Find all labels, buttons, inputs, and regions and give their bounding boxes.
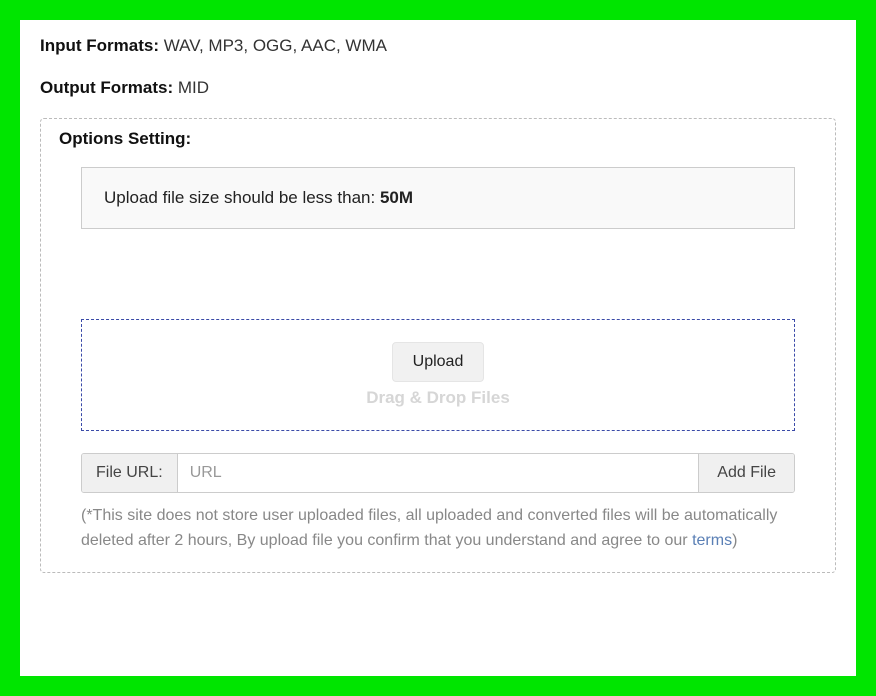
add-file-button[interactable]: Add File [698,454,794,492]
upload-button[interactable]: Upload [392,342,485,382]
input-formats-value: WAV, MP3, OGG, AAC, WMA [164,36,387,55]
disclaimer-text: (*This site does not store user uploaded… [81,503,795,554]
upload-dropzone[interactable]: Upload Drag & Drop Files [81,319,795,431]
dragdrop-hint: Drag & Drop Files [366,388,510,408]
output-formats-label: Output Formats: [40,78,178,97]
options-panel: Options Setting: Upload file size should… [40,118,836,573]
disclaimer-prefix: (*This site does not store user uploaded… [81,507,777,550]
terms-link[interactable]: terms [692,532,732,549]
notice-limit: 50M [380,188,413,207]
file-url-row: File URL: Add File [81,453,795,493]
options-title: Options Setting: [59,129,817,149]
file-size-notice: Upload file size should be less than: 50… [81,167,795,229]
main-container: Input Formats: WAV, MP3, OGG, AAC, WMA O… [20,20,856,676]
spacer [59,229,817,319]
file-url-input[interactable] [178,454,699,492]
file-url-label: File URL: [82,454,178,492]
output-formats-line: Output Formats: MID [40,76,836,100]
input-formats-label: Input Formats: [40,36,164,55]
notice-text: Upload file size should be less than: [104,188,380,207]
output-formats-value: MID [178,78,209,97]
input-formats-line: Input Formats: WAV, MP3, OGG, AAC, WMA [40,34,836,58]
disclaimer-suffix: ) [732,532,737,549]
